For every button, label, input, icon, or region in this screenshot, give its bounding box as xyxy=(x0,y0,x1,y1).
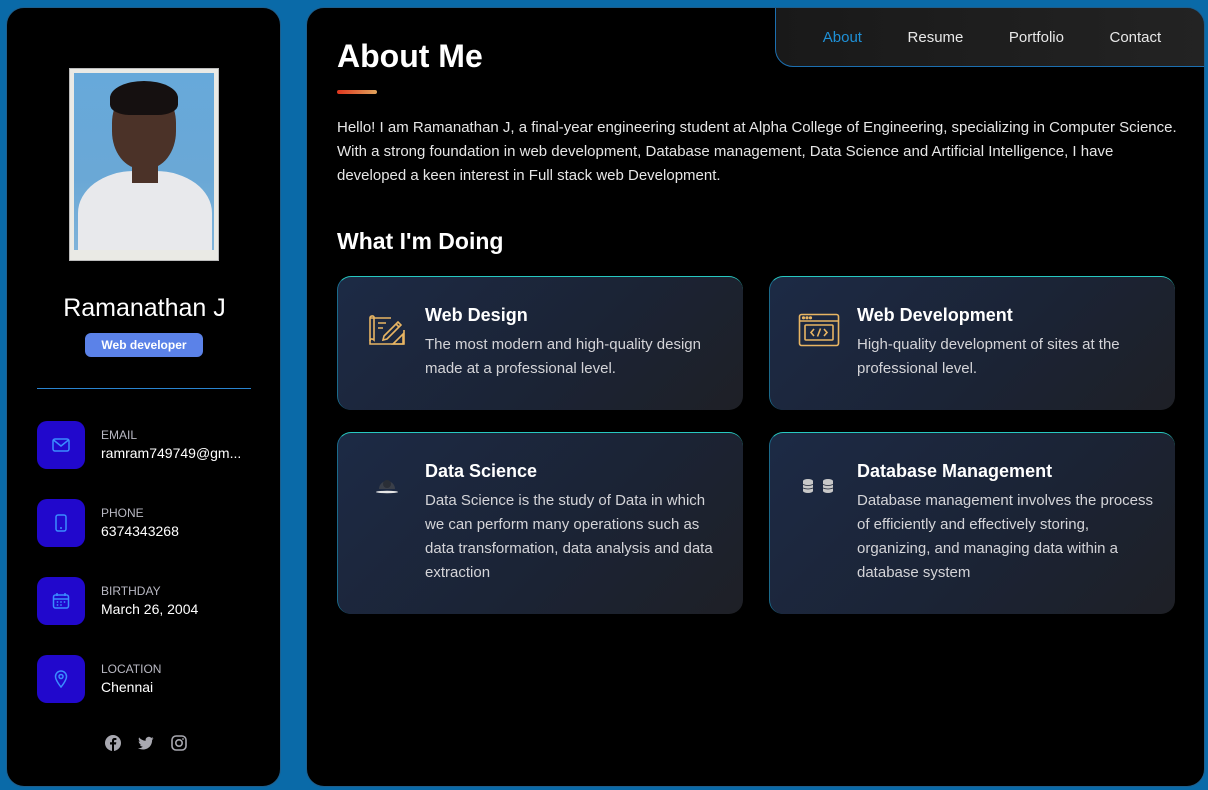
contact-label: BIRTHDAY xyxy=(101,584,161,598)
profile-sidebar: Ramanathan J Web developer EMAIL ramram7… xyxy=(6,7,281,787)
main-panel: About Resume Portfolio Contact About Me … xyxy=(306,7,1205,787)
nav-contact[interactable]: Contact xyxy=(1110,29,1162,46)
card-title: Web Development xyxy=(857,305,1013,325)
social-links xyxy=(105,735,187,751)
contact-email[interactable]: EMAIL ramram749749@gm... xyxy=(37,421,267,469)
contact-label: LOCATION xyxy=(101,662,162,676)
about-text: Hello! I am Ramanathan J, a final-year e… xyxy=(337,119,1177,184)
service-card-database-management: Database Management Database management … xyxy=(769,432,1175,614)
twitter-icon[interactable] xyxy=(138,735,154,751)
contact-birthday: BIRTHDAY March 26, 2004 xyxy=(37,577,267,625)
card-text: Data Science is the study of Data in whi… xyxy=(425,492,713,581)
instagram-icon[interactable] xyxy=(171,735,187,751)
card-title: Data Science xyxy=(425,461,538,481)
top-navbar: About Resume Portfolio Contact xyxy=(775,8,1204,67)
services-title: What I'm Doing xyxy=(337,228,504,254)
contact-location: LOCATION Chennai xyxy=(37,655,267,703)
mail-icon xyxy=(37,421,85,469)
contact-phone[interactable]: PHONE 6374343268 xyxy=(37,499,267,547)
nav-about[interactable]: About xyxy=(823,29,862,46)
page-title: About Me xyxy=(337,38,483,74)
card-text: High-quality development of sites at the… xyxy=(857,336,1120,377)
card-title: Database Management xyxy=(857,461,1053,481)
nav-resume[interactable]: Resume xyxy=(908,29,964,46)
contact-value[interactable]: ramram749749@gm... xyxy=(101,445,249,461)
profile-name: Ramanathan J xyxy=(63,294,226,322)
avatar xyxy=(69,68,219,261)
card-text: Database management involves the process… xyxy=(857,492,1154,581)
location-pin-icon xyxy=(37,655,85,703)
code-window-icon xyxy=(798,309,840,351)
design-icon xyxy=(366,309,408,351)
data-science-icon xyxy=(366,465,408,507)
service-card-web-design: Web Design The most modern and high-qual… xyxy=(337,276,743,410)
nav-portfolio[interactable]: Portfolio xyxy=(1009,29,1064,46)
role-badge: Web developer xyxy=(85,333,203,357)
contact-label: EMAIL xyxy=(101,428,138,442)
divider xyxy=(37,388,251,389)
calendar-icon xyxy=(37,577,85,625)
card-title: Web Design xyxy=(425,305,528,325)
database-icon xyxy=(798,465,840,507)
card-text: The most modern and high-quality design … xyxy=(425,336,701,377)
facebook-icon[interactable] xyxy=(105,735,121,751)
contact-label: PHONE xyxy=(101,506,144,520)
phone-icon xyxy=(37,499,85,547)
service-card-web-development: Web Development High-quality development… xyxy=(769,276,1175,410)
service-card-data-science: Data Science Data Science is the study o… xyxy=(337,432,743,614)
title-underline xyxy=(337,90,377,94)
contact-value: Chennai xyxy=(101,679,154,695)
contact-value: March 26, 2004 xyxy=(101,601,199,617)
contact-value[interactable]: 6374343268 xyxy=(101,523,249,539)
